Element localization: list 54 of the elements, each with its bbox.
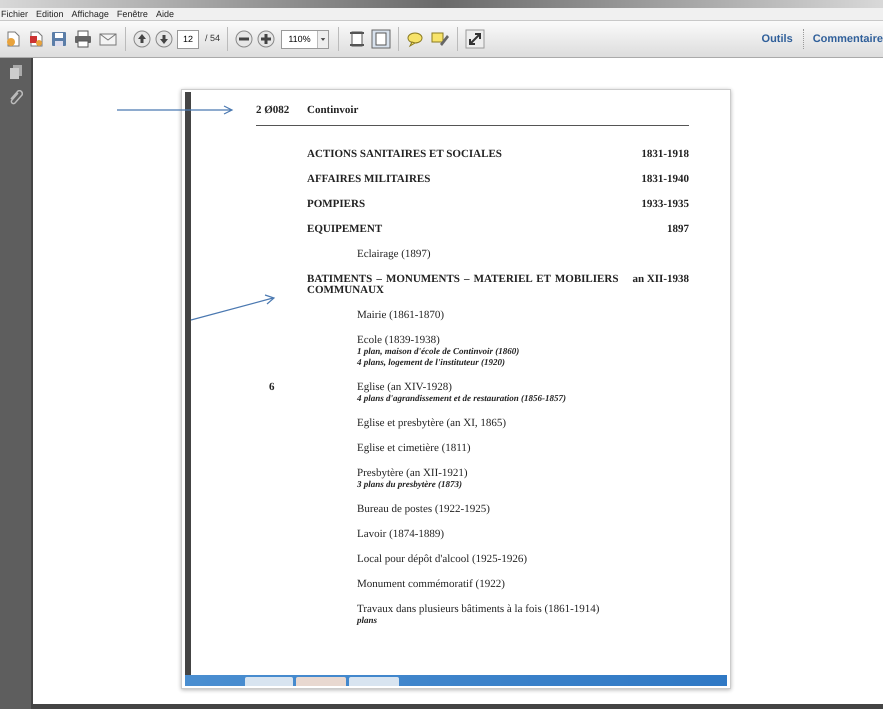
section-dates: 1897 [667,224,689,235]
margin-number: 6 [269,381,274,393]
section-heading: POMPIERS [307,199,366,210]
commune-name: Continvoir [307,104,358,116]
comment-link[interactable]: Commentaire [812,30,883,48]
entry-note: plans [357,615,378,626]
section-dates: an XII-1938 [632,274,689,285]
entry-title: Mairie (1861-1870) [357,310,444,321]
entry-title: Eclairage (1897) [357,249,431,260]
menu-item[interactable]: Affichage [72,8,109,20]
document-icon[interactable] [27,30,45,48]
speech-bubble-icon[interactable] [406,30,424,48]
entry-note: 1 plan, maison d'école de Continvoir (1860) [357,346,520,357]
entry-title: Ecole (1839-1938) [357,335,441,346]
section-dates: 1933-1935 [641,199,689,210]
entry-note: 4 plans d'agrandissement et de restauration (1856-1857) [357,393,566,404]
archive-code: 2 Ø082 [256,104,290,116]
entry-title: Local pour dépôt d'alcool (1925-1926) [357,554,527,565]
entry-title: Monument commémoratif (1922) [357,579,505,590]
entry-title: Eglise et cimetière (1811) [357,443,471,454]
entry-title: Eglise (an XIV-1928) [357,382,453,393]
section-heading: BATIMENTS – MONUMENTS – MATERIEL ET MOBILIERS COMMUNAUX [307,274,618,296]
menu-item[interactable]: Fenêtre [116,8,148,20]
entry-title: Bureau de postes (1922-1925) [357,504,490,515]
entry-title: Eglise et presbytère (an XI, 1865) [357,418,506,429]
save-icon[interactable] [50,30,68,48]
entry-title: Lavoir (1874-1889) [357,529,444,540]
tools-link[interactable]: Outils [762,30,793,48]
entry-note: 4 plans, logement de l'instituteur (1920) [357,357,506,368]
section-dates: 1831-1918 [641,149,689,160]
menu-item[interactable]: Edition [36,8,64,20]
entry-title: Travaux dans plusieurs bâtiments à la fois (1861-1914) [357,604,600,615]
section-heading: ACTIONS SANITAIRES ET SOCIALES [307,149,503,160]
zoom-in-icon[interactable] [257,30,276,48]
menu-item[interactable]: Aide [156,8,174,20]
zoom-out-icon[interactable] [235,30,254,48]
section-heading: EQUIPEMENT [307,224,384,235]
print-icon[interactable] [73,30,93,48]
highlighter-icon[interactable] [430,30,450,48]
page-number-field[interactable]: 12 [177,30,199,48]
paperclip-icon[interactable] [8,90,22,106]
entry-note: 3 plans du presbytère (1873) [357,479,463,490]
entry-title: Presbytère (an XII-1921) [357,468,468,479]
expand-icon[interactable] [465,29,486,49]
menu-item[interactable]: Fichier [1,8,28,20]
pages-icon[interactable] [8,64,22,80]
fit-width-icon[interactable] [371,29,392,49]
fit-page-icon[interactable] [348,30,366,48]
caret-icon[interactable] [317,30,328,48]
zoom-dropdown[interactable]: 110% [281,30,330,48]
page-count: / 54 [205,32,220,46]
document-icon[interactable] [4,30,22,48]
section-heading: AFFAIRES MILITAIRES [307,174,432,185]
section-dates: 1831-1940 [641,174,689,185]
